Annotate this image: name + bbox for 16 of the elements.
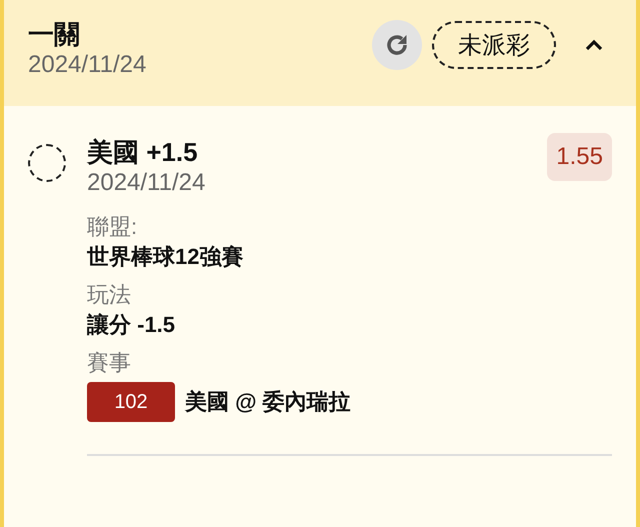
status-badge: 未派彩 bbox=[432, 21, 556, 69]
detail-label: 賽事 bbox=[87, 349, 131, 377]
refresh-button[interactable] bbox=[372, 20, 422, 70]
event-number-badge: 102 bbox=[87, 382, 175, 422]
bet-title: 一關 bbox=[28, 18, 81, 50]
detail-label: 聯盟: bbox=[87, 213, 138, 241]
select-radio[interactable] bbox=[28, 144, 66, 182]
caret-up-icon bbox=[584, 38, 604, 52]
selection-title: 美國 +1.5 bbox=[87, 136, 199, 168]
detail-value: 世界棒球12強賽 bbox=[87, 243, 244, 271]
detail-value: 美國 @ 委內瑞拉 bbox=[185, 388, 351, 416]
odds-badge: 1.55 bbox=[547, 133, 612, 181]
detail-label: 玩法 bbox=[87, 281, 131, 309]
detail-value: 讓分 -1.5 bbox=[87, 311, 176, 339]
selection-date: 2024/11/24 bbox=[87, 168, 206, 198]
bet-date: 2024/11/24 bbox=[28, 50, 148, 80]
